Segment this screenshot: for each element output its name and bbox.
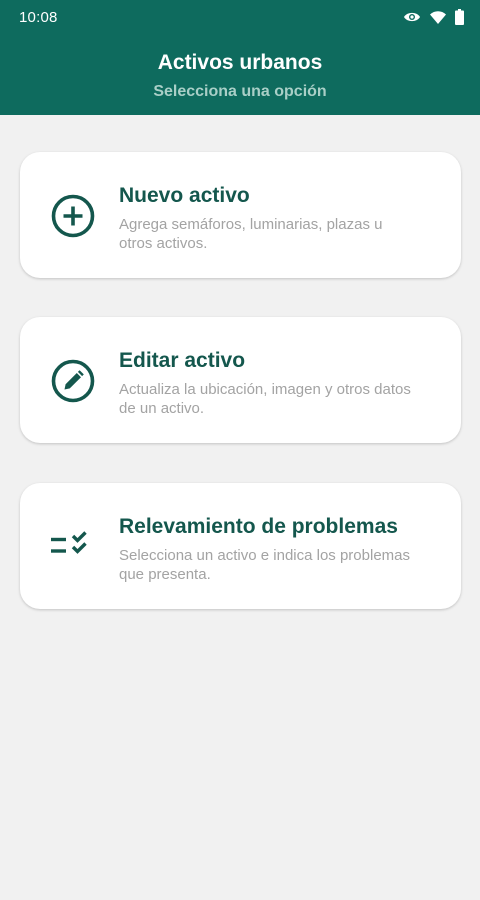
battery-icon — [455, 9, 464, 25]
new-asset-title: Nuevo activo — [119, 184, 250, 207]
wifi-icon — [430, 10, 446, 24]
new-asset-card[interactable]: Nuevo activo Agrega semáforos, luminaria… — [20, 152, 461, 278]
status-bar: 10:08 — [0, 0, 480, 34]
new-asset-description: Agrega semáforos, luminarias, plazas u o… — [119, 216, 383, 252]
problem-survey-card[interactable]: Relevamiento de problemas Selecciona un … — [20, 483, 461, 609]
checklist-icon — [49, 523, 97, 571]
edit-circle-icon — [49, 357, 97, 405]
add-circle-icon — [49, 192, 97, 240]
edit-asset-description: Actualiza la ubicación, imagen y otros d… — [119, 381, 411, 417]
app-header: 10:08 Activos urbanos Selecciona una opc… — [0, 0, 480, 115]
edit-asset-title: Editar activo — [119, 349, 246, 372]
status-icons — [403, 9, 464, 25]
page-title: Activos urbanos — [157, 51, 323, 74]
eye-icon — [403, 11, 421, 23]
page-subtitle: Selecciona una opción — [153, 83, 327, 100]
problem-survey-title: Relevamiento de problemas — [119, 515, 398, 538]
status-time: 10:08 — [19, 9, 58, 26]
problem-survey-description: Selecciona un activo e indica los proble… — [119, 547, 410, 583]
edit-asset-card[interactable]: Editar activo Actualiza la ubicación, im… — [20, 317, 461, 443]
